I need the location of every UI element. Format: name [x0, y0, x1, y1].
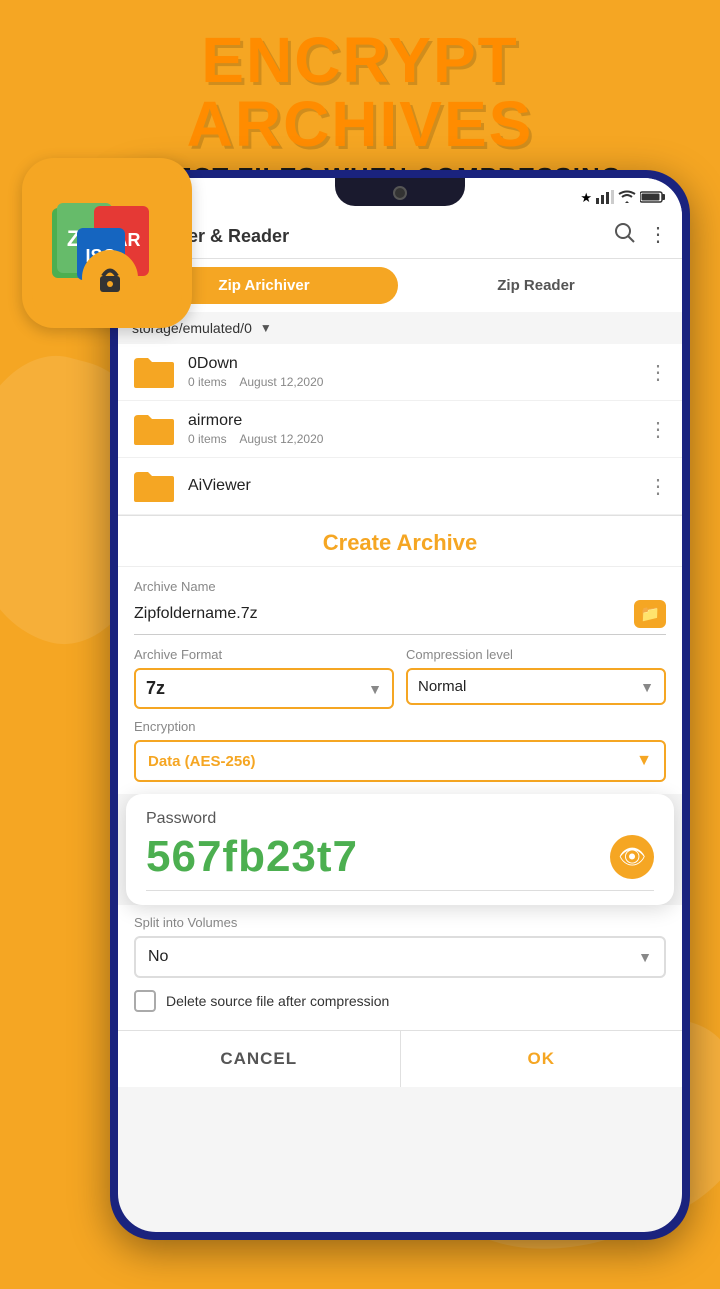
compression-level-label: Compression level — [406, 647, 666, 662]
folder-icon — [132, 411, 176, 447]
format-compression-row: Archive Format 7z ▼ Compression level No… — [134, 647, 666, 709]
archive-format-arrow-icon: ▼ — [368, 681, 382, 697]
app-icon: ZIP RAR ISO — [22, 158, 192, 328]
file-more-icon[interactable]: ⋮ — [648, 417, 668, 442]
list-item[interactable]: 0Down 0 items August 12,2020 ⋮ — [118, 344, 682, 401]
password-label: Password — [146, 810, 654, 828]
list-item[interactable]: AiViewer ⋮ — [118, 458, 682, 515]
create-archive-panel: Create Archive Archive Name 📁 Archive Fo… — [118, 515, 682, 794]
archive-format-label: Archive Format — [134, 647, 394, 662]
encryption-label: Encryption — [134, 719, 666, 734]
split-volumes-dropdown[interactable]: No ▼ — [134, 936, 666, 978]
password-card: Password 567fb23t7 👁 — [126, 794, 674, 905]
archive-format-value: 7z — [146, 678, 165, 699]
split-volumes-label: Split into Volumes — [134, 915, 666, 930]
file-more-icon[interactable]: ⋮ — [648, 360, 668, 385]
path-row: storage/emulated/0 ▼ — [118, 312, 682, 344]
camera — [393, 186, 407, 200]
form-section: Archive Name 📁 Archive Format 7z ▼ — [118, 567, 682, 794]
encryption-value: Data (AES-256) — [148, 753, 256, 770]
browse-folder-button[interactable]: 📁 — [634, 600, 666, 628]
app-icon-svg: ZIP RAR ISO — [42, 178, 172, 308]
encryption-section: Encryption Data (AES-256) ▼ — [134, 719, 666, 782]
eye-icon: 👁 — [618, 844, 646, 870]
compression-arrow-icon: ▼ — [640, 679, 654, 695]
search-icon[interactable] — [614, 222, 636, 250]
ok-button[interactable]: OK — [401, 1031, 683, 1087]
compression-level-dropdown[interactable]: Normal ▼ — [406, 668, 666, 705]
notch — [335, 178, 465, 206]
folder-browse-icon: 📁 — [640, 604, 660, 624]
status-icons: ★ — [580, 190, 666, 207]
archive-name-row: 📁 — [134, 600, 666, 635]
encryption-arrow-icon: ▼ — [636, 752, 652, 770]
archive-format-dropdown[interactable]: 7z ▼ — [134, 668, 394, 709]
split-dropdown-arrow-icon: ▼ — [638, 949, 652, 965]
file-name: airmore — [188, 412, 648, 430]
archive-format-col: Archive Format 7z ▼ — [134, 647, 394, 709]
file-info: 0Down 0 items August 12,2020 — [188, 355, 648, 389]
main-title: ENCRYPT ARCHIVES — [20, 28, 700, 156]
folder-icon — [132, 354, 176, 390]
phone-mockup: ★ — [110, 170, 690, 1240]
encryption-dropdown[interactable]: Data (AES-256) ▼ — [134, 740, 666, 782]
archive-name-label: Archive Name — [134, 579, 666, 594]
file-info: AiViewer — [188, 477, 648, 495]
file-meta: 0 items August 12,2020 — [188, 375, 648, 389]
delete-source-label: Delete source file after compression — [166, 993, 389, 1009]
file-name: 0Down — [188, 355, 648, 373]
signal-bars-icon — [596, 190, 614, 207]
path-dropdown-icon[interactable]: ▼ — [260, 321, 272, 335]
wifi-icon — [618, 190, 636, 207]
topbar-icons: ⋮ — [614, 222, 668, 250]
password-value-row: 567fb23t7 👁 — [146, 832, 654, 891]
folder-icon — [132, 468, 176, 504]
delete-source-row: Delete source file after compression — [134, 990, 666, 1012]
bluetooth-icon: ★ — [580, 190, 592, 206]
phone-screen: ★ — [118, 178, 682, 1232]
compression-level-value: Normal — [418, 678, 466, 695]
delete-source-checkbox[interactable] — [134, 990, 156, 1012]
toggle-password-button[interactable]: 👁 — [610, 835, 654, 879]
app-topbar: Archiver & Reader ⋮ — [118, 214, 682, 259]
password-value: 567fb23t7 — [146, 832, 610, 882]
split-volumes-value: No — [148, 948, 168, 966]
tabs-row: Zip Arichiver Zip Reader — [118, 259, 682, 312]
file-list: 0Down 0 items August 12,2020 ⋮ airmore 0… — [118, 344, 682, 515]
create-archive-title: Create Archive — [118, 516, 682, 567]
more-options-icon[interactable]: ⋮ — [648, 222, 668, 250]
file-more-icon[interactable]: ⋮ — [648, 474, 668, 499]
file-name: AiViewer — [188, 477, 648, 495]
compression-level-col: Compression level Normal ▼ — [406, 647, 666, 705]
cancel-button[interactable]: CANCEL — [118, 1031, 401, 1087]
battery-icon — [640, 190, 666, 207]
bottom-buttons: CANCEL OK — [118, 1030, 682, 1087]
archive-name-input[interactable] — [134, 605, 634, 623]
file-meta: 0 items August 12,2020 — [188, 432, 648, 446]
list-item[interactable]: airmore 0 items August 12,2020 ⋮ — [118, 401, 682, 458]
lower-form: Split into Volumes No ▼ Delete source fi… — [118, 905, 682, 1030]
file-info: airmore 0 items August 12,2020 — [188, 412, 648, 446]
tab-zip-reader[interactable]: Zip Reader — [402, 267, 670, 304]
